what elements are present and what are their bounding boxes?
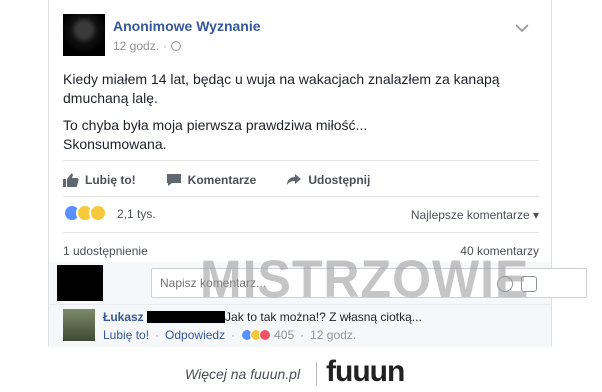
commenter-avatar[interactable] [63,309,95,341]
comment-reply-link[interactable]: Odpowiedz [165,328,225,342]
more-on-link[interactable]: Więcej na fuuun.pl [185,366,300,382]
like-label: Lubię to! [85,173,136,187]
brand-logo[interactable]: fuuun [326,355,405,389]
share-button[interactable]: Udostępnij [286,168,370,192]
comment-label: Komentarze [187,173,257,187]
post-paragraph: Kiedy miałem 14 lat, będąc u wuja na wak… [63,71,500,106]
brand-letter: f [326,355,336,388]
brand-letter: u [335,355,353,388]
redacted-surname [147,311,226,323]
comment-item: Łukasz Jak to tak można!? Z własną ciotk… [49,304,551,347]
comment-reaction-count[interactable]: 405 [274,328,294,342]
watermark: MISTRZOWIE [200,249,530,309]
reaction-count[interactable]: 2,1 tys. [117,207,156,221]
share-label: Udostępnij [308,173,371,187]
globe-icon [171,41,182,51]
wow-reaction-icon [89,204,107,222]
post-actions: Lubię to! Komentarze Udostępnij [63,168,539,192]
reaction-icons[interactable] [63,204,107,222]
chevron-down-icon [515,24,529,33]
footer-banner: Więcej na fuuun.pl fuuun [0,350,602,392]
separator-dot: · [155,328,160,342]
comment-actions: Lubię to! · Odpowiedz · 405 · 12 godz. [103,328,356,342]
comment-like-link[interactable]: Lubię to! [103,328,149,342]
caret-down-icon: ▾ [532,208,539,222]
reactions-row: 2,1 tys. Najlepsze komentarze ▾ [63,203,539,225]
post-text: Kiedy miałem 14 lat, będąc u wuja na wak… [63,70,543,162]
divider [63,196,539,197]
current-user-avatar-redacted [57,265,103,301]
post-time[interactable]: 12 godz. [113,39,159,53]
comment-reactions[interactable] [241,329,272,341]
share-icon [287,174,302,185]
comment-icon [166,174,181,186]
footer-divider [316,362,317,386]
commenter-name[interactable]: Łukasz [103,310,144,324]
separator-dot: · [231,328,236,342]
page-avatar[interactable] [63,14,105,56]
separator-dot: · [163,39,168,53]
divider [63,232,539,233]
love-reaction-icon [259,329,272,341]
comment-body: Łukasz Jak to tak można!? Z własną ciotk… [103,310,422,324]
comment-sort-dropdown[interactable]: Najlepsze komentarze ▾ [411,208,539,222]
comment-time[interactable]: 12 godz. [310,328,356,342]
comment-button[interactable]: Komentarze [166,168,257,192]
divider [63,160,539,161]
post-meta: 12 godz. · [113,39,182,53]
post-header: Anonimowe Wyznanie 12 godz. · [63,14,533,58]
comment-text: Jak to tak można!? Z własną ciotką... [225,310,422,324]
page-name[interactable]: Anonimowe Wyznanie [113,18,261,34]
shares-count[interactable]: 1 udostępnienie [63,244,148,258]
brand-letter: n [386,355,405,388]
brand-letter: u [369,355,388,388]
brand-letter: u [352,355,370,388]
post-paragraph: To chyba była moja pierwsza prawdziwa mi… [63,117,368,152]
like-button[interactable]: Lubię to! [63,168,136,192]
thumbs-up-icon [63,173,79,187]
separator-dot: · [300,328,305,342]
post-options-button[interactable] [515,20,533,34]
